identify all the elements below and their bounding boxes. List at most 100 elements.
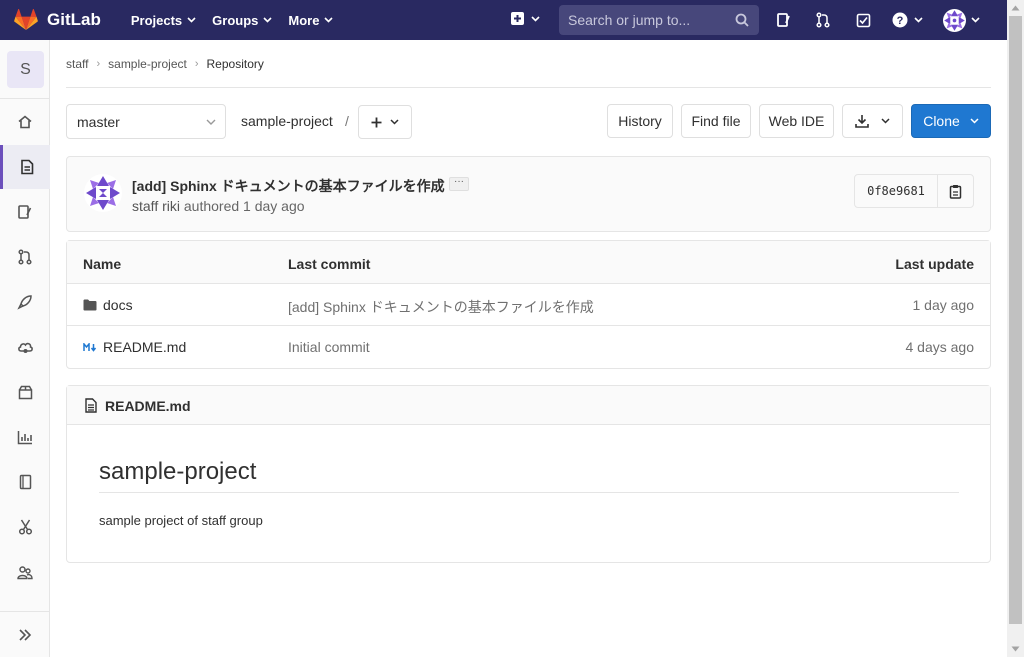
chevron-down-icon: [531, 15, 540, 22]
sidebar-item-issues[interactable]: [0, 190, 50, 234]
last-commit-panel: [add] Sphinx ドキュメントの基本ファイルを作成 ··· staff …: [66, 156, 991, 232]
breadcrumb-divider: [66, 87, 991, 88]
identicon-icon: [84, 174, 122, 212]
download-icon: [855, 115, 869, 128]
double-chevron-right-icon: [19, 628, 32, 641]
new-dropdown[interactable]: [510, 11, 540, 26]
brand-name: GitLab: [47, 10, 101, 29]
nav-help-button[interactable]: ?: [892, 0, 923, 40]
web-ide-button[interactable]: Web IDE: [759, 104, 834, 138]
readme-body: sample project of staff group: [99, 513, 263, 528]
breadcrumb-current[interactable]: Repository: [207, 57, 264, 71]
download-dropdown[interactable]: [842, 104, 903, 138]
gitlab-home-link[interactable]: GitLab: [14, 9, 101, 31]
groups-menu[interactable]: Groups: [212, 13, 272, 28]
scroll-up-arrow-icon[interactable]: [1011, 5, 1020, 11]
path-separator: /: [345, 113, 349, 129]
history-button[interactable]: History: [607, 104, 673, 138]
projects-menu[interactable]: Projects: [131, 13, 196, 28]
file-commit-link[interactable]: [add] Sphinx ドキュメントの基本ファイルを作成: [288, 297, 594, 317]
chevron-down-icon: [970, 118, 979, 124]
file-updated-time: 1 day ago: [912, 297, 975, 313]
user-avatar[interactable]: [943, 9, 966, 32]
scissors-icon: [18, 519, 32, 535]
file-name-cell: docs: [83, 297, 133, 313]
chevron-down-icon: [881, 118, 890, 124]
scroll-down-arrow-icon[interactable]: [1011, 646, 1020, 652]
project-avatar[interactable]: S: [7, 51, 44, 88]
readme-header: README.md: [67, 386, 990, 425]
markdown-icon: [83, 342, 97, 352]
sidebar-item-merge-requests[interactable]: [0, 235, 50, 279]
sidebar-item-wiki[interactable]: [0, 460, 50, 504]
commit-author-line: staff riki authored 1 day ago: [132, 198, 305, 214]
commit-time: 1 day ago: [243, 198, 305, 214]
more-menu[interactable]: More: [288, 12, 334, 28]
nav-issues-button[interactable]: [776, 0, 792, 40]
chevron-right-icon: ›: [194, 58, 199, 70]
collapse-sidebar-button[interactable]: [0, 611, 50, 657]
chevron-down-icon: [187, 17, 196, 23]
file-tree-table: Name Last commit Last update docs [add] …: [66, 240, 991, 369]
search-icon: [735, 13, 749, 27]
project-sidebar: S: [0, 40, 50, 657]
breadcrumb-project[interactable]: sample-project: [108, 57, 187, 71]
sidebar-item-ci-cd[interactable]: [0, 280, 50, 324]
cloud-icon: [17, 342, 33, 353]
commit-author-avatar[interactable]: [84, 174, 122, 212]
copy-sha-button[interactable]: [938, 175, 973, 207]
column-last-commit-header: Last commit: [288, 256, 371, 272]
sidebar-item-analytics[interactable]: [0, 415, 50, 459]
more-menu-label: More: [288, 12, 320, 28]
merge-request-icon: [816, 12, 830, 28]
file-name-link[interactable]: docs: [103, 297, 133, 313]
sidebar-item-project-overview[interactable]: [0, 100, 50, 144]
user-menu-chevron[interactable]: [971, 0, 980, 40]
toggle-commit-description-button[interactable]: ···: [449, 177, 469, 191]
top-navbar: GitLab Projects Groups More Search or ju…: [0, 0, 1007, 40]
commit-sha-link[interactable]: 0f8e9681: [855, 175, 938, 207]
file-name-cell: README.md: [83, 339, 186, 355]
sidebar-divider: [0, 98, 50, 99]
plus-icon: [371, 117, 382, 127]
nav-todos-button[interactable]: [856, 0, 871, 40]
sidebar-item-operations[interactable]: [0, 325, 50, 369]
home-icon: [18, 115, 32, 129]
search-input[interactable]: Search or jump to...: [559, 5, 759, 35]
breadcrumb-group[interactable]: staff: [66, 57, 88, 71]
branch-name: master: [77, 113, 120, 130]
sidebar-item-members[interactable]: [0, 550, 50, 594]
sidebar-item-packages[interactable]: [0, 370, 50, 414]
add-to-tree-dropdown[interactable]: [358, 105, 412, 139]
column-last-update-header: Last update: [895, 256, 974, 272]
commit-author-link[interactable]: staff riki: [132, 198, 180, 214]
scrollbar-thumb[interactable]: [1009, 16, 1022, 624]
file-commit-link[interactable]: Initial commit: [288, 339, 370, 355]
commit-title-link[interactable]: [add] Sphinx ドキュメントの基本ファイルを作成: [132, 176, 445, 196]
nav-menu: Projects Groups More: [131, 13, 350, 28]
sidebar-item-snippets[interactable]: [0, 505, 50, 549]
find-file-button[interactable]: Find file: [681, 104, 751, 138]
table-row[interactable]: docs [add] Sphinx ドキュメントの基本ファイルを作成 1 day…: [67, 284, 990, 326]
chevron-down-icon: [206, 119, 216, 125]
chevron-down-icon: [390, 119, 399, 125]
readme-panel: README.md sample-project sample project …: [66, 385, 991, 563]
page-scrollbar[interactable]: [1007, 0, 1024, 657]
file-name-link[interactable]: README.md: [103, 339, 186, 355]
clone-label: Clone: [923, 113, 960, 129]
help-icon: ?: [892, 12, 908, 28]
issues-icon: [777, 13, 790, 27]
chart-icon: [17, 430, 32, 444]
clipboard-icon: [949, 184, 962, 199]
table-row[interactable]: README.md Initial commit 4 days ago: [67, 326, 990, 368]
table-header: Name Last commit Last update: [67, 241, 990, 284]
folder-icon: [83, 299, 97, 311]
readme-heading: sample-project: [99, 458, 257, 485]
readme-filename[interactable]: README.md: [105, 398, 191, 414]
commit-sha-group: 0f8e9681: [854, 174, 974, 208]
repo-path-link[interactable]: sample-project: [241, 113, 333, 129]
clone-dropdown[interactable]: Clone: [911, 104, 991, 138]
nav-merge-requests-button[interactable]: [815, 0, 831, 40]
sidebar-item-repository[interactable]: [0, 145, 50, 189]
branch-dropdown[interactable]: master: [66, 104, 226, 139]
